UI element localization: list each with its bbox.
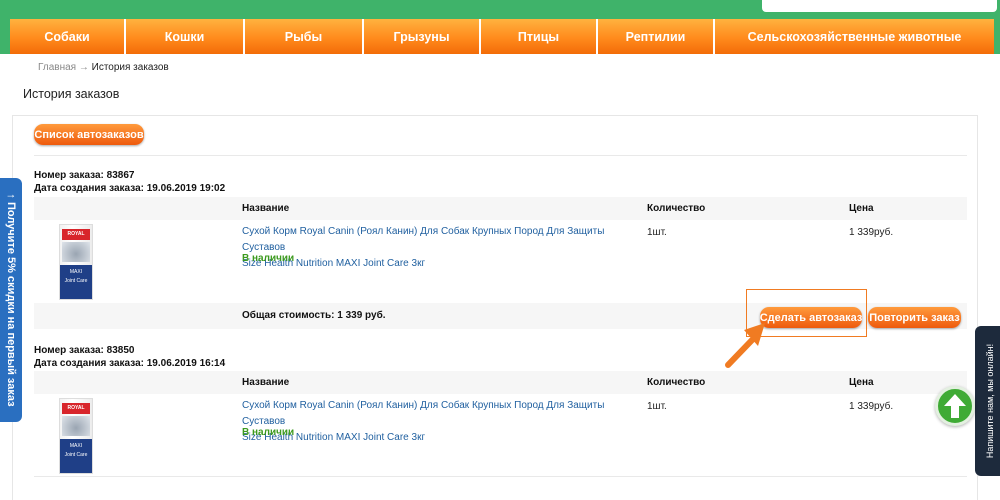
order-number: Номер заказа: 83867: [34, 170, 135, 181]
menu-item-farm-animals[interactable]: Сельскохозяйственные животные: [715, 19, 994, 54]
pack-variant: Joint Care: [64, 452, 88, 458]
page-title: История заказов: [23, 87, 120, 101]
product-image[interactable]: ROYAL CANIN MAXI Joint Care: [59, 398, 93, 474]
product-name-line2: Size Health Nutrition MAXI Joint Care 3к…: [242, 432, 426, 443]
discount-side-tab-label: ↑ Получите 5% скидки на первый заказ: [5, 193, 17, 407]
arrow-up-icon: [944, 394, 966, 418]
header-price: Цена: [849, 203, 874, 214]
product-quantity: 1шт.: [647, 227, 667, 238]
product-name-link[interactable]: Сухой Корм Royal Canin (Роял Канин) Для …: [242, 398, 642, 446]
online-chat-tab-label: Напишите нам, мы онлайн!: [985, 343, 995, 459]
top-nav-bar: Собаки Кошки Рыбы Грызуны Птицы Рептилии…: [0, 0, 1000, 54]
header-quantity: Количество: [647, 203, 706, 214]
menu-item-dogs[interactable]: Собаки: [10, 19, 126, 54]
menu-item-cats[interactable]: Кошки: [126, 19, 245, 54]
product-name-line2: Size Health Nutrition MAXI Joint Care 3к…: [242, 258, 426, 269]
order-total: Общая стоимость: 1 339 руб.: [242, 310, 386, 321]
product-price: 1 339руб.: [849, 227, 894, 238]
repeat-order-button[interactable]: Повторить заказ: [868, 307, 961, 328]
dog-photo: [62, 242, 90, 262]
product-name-line1: Сухой Корм Royal Canin (Роял Канин) Для …: [242, 400, 605, 427]
order-date: Дата создания заказа: 19.06.2019 16:14: [34, 358, 226, 369]
header-name: Название: [242, 377, 290, 388]
divider: [34, 476, 967, 477]
availability-status: В наличии: [242, 253, 295, 264]
table-header-row: [34, 197, 967, 220]
dog-photo: [62, 416, 90, 436]
header-search-area: [762, 0, 997, 12]
pack-label: MAXI Joint Care: [60, 439, 92, 473]
breadcrumb-current: История заказов: [91, 62, 169, 73]
menu-item-reptiles[interactable]: Рептилии: [598, 19, 715, 54]
autoorders-list-button[interactable]: Список автозаказов: [34, 124, 144, 145]
product-name-line1: Сухой Корм Royal Canin (Роял Канин) Для …: [242, 226, 605, 253]
breadcrumb-separator: →: [78, 62, 89, 73]
product-image[interactable]: ROYAL CANIN MAXI Joint Care: [59, 224, 93, 300]
discount-side-tab[interactable]: ↑ Получите 5% скидки на первый заказ: [0, 178, 22, 422]
order-number: Номер заказа: 83850: [34, 345, 135, 356]
product-name-link[interactable]: Сухой Корм Royal Canin (Роял Канин) Для …: [242, 224, 642, 272]
order-date: Дата создания заказа: 19.06.2019 19:02: [34, 183, 226, 194]
menu-item-rodents[interactable]: Грызуны: [364, 19, 481, 54]
breadcrumb: Главная → История заказов: [38, 62, 169, 73]
product-price: 1 339руб.: [849, 401, 894, 412]
online-chat-tab[interactable]: Напишите нам, мы онлайн!: [975, 326, 1000, 476]
pack-label: MAXI Joint Care: [60, 265, 92, 299]
availability-status: В наличии: [242, 427, 295, 438]
orange-arrow-icon: [725, 323, 765, 368]
product-quantity: 1шт.: [647, 401, 667, 412]
divider: [34, 155, 967, 156]
scroll-top-button[interactable]: [935, 386, 975, 426]
header-name: Название: [242, 203, 290, 214]
pack-line: MAXI: [69, 443, 83, 449]
brand-logo: ROYAL CANIN: [62, 229, 90, 240]
pack-variant: Joint Care: [64, 278, 88, 284]
menu-item-birds[interactable]: Птицы: [481, 19, 598, 54]
header-price: Цена: [849, 377, 874, 388]
pack-line: MAXI: [69, 269, 83, 275]
menu-item-fish[interactable]: Рыбы: [245, 19, 364, 54]
table-header-row: [34, 371, 967, 394]
category-menu: Собаки Кошки Рыбы Грызуны Птицы Рептилии…: [10, 19, 994, 54]
breadcrumb-home-link[interactable]: Главная: [38, 62, 76, 73]
header-quantity: Количество: [647, 377, 706, 388]
brand-logo: ROYAL CANIN: [62, 403, 90, 414]
